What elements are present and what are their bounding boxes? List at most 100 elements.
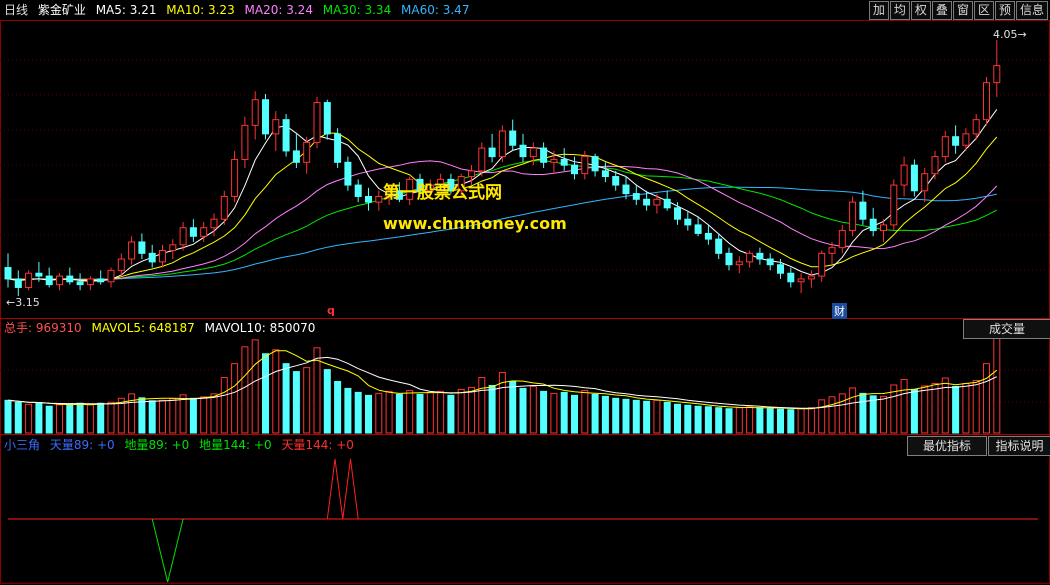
- mavol5-value: MAVOL5: 648187: [91, 321, 195, 335]
- volume-bar: [684, 404, 692, 434]
- candle-body: [941, 136, 949, 158]
- volume-bar: [704, 406, 712, 434]
- volume-bar: [571, 394, 578, 434]
- volume-bar: [323, 369, 331, 434]
- ma30-value: MA30: 3.34: [322, 3, 392, 17]
- candle-body: [550, 158, 558, 163]
- volume-bar: [756, 407, 764, 434]
- toolbar-forecast-button[interactable]: 预: [994, 1, 1015, 20]
- candle-body: [220, 195, 228, 220]
- volume-indicator-button[interactable]: 成交量: [963, 319, 1050, 339]
- volume-bar: [900, 379, 908, 434]
- candle-body: [962, 133, 970, 146]
- candle-body: [890, 184, 898, 226]
- chart-frame: [0, 20, 1050, 584]
- candle-body: [715, 238, 723, 254]
- volume-bar: [148, 400, 156, 434]
- candle-body: [282, 119, 290, 152]
- toolbar-add-button[interactable]: 加: [868, 1, 889, 20]
- toolbar-range-button[interactable]: 区: [973, 1, 994, 20]
- ma60-line: [7, 186, 997, 280]
- volume-bar: [560, 391, 568, 434]
- toolbar-info-button[interactable]: 信息: [1015, 1, 1048, 20]
- volume-bar: [303, 367, 311, 434]
- volume-bar: [818, 399, 826, 434]
- finance-marker[interactable]: 财: [832, 303, 847, 319]
- kline-chart: [0, 20, 1050, 584]
- candle-body: [952, 136, 960, 146]
- volume-bar: [107, 401, 115, 434]
- candle-body: [56, 275, 63, 286]
- volume-bar: [581, 389, 589, 434]
- event-marker-q[interactable]: q: [327, 304, 335, 317]
- volume-bar: [941, 377, 949, 434]
- candle-body: [694, 224, 702, 234]
- volume-bar: [777, 408, 784, 434]
- ma60-value: MA60: 3.47: [401, 3, 470, 17]
- candle-body: [272, 119, 280, 135]
- high-price-label: 4.05→: [993, 28, 1027, 41]
- candle-body: [189, 227, 197, 237]
- volume-bar: [76, 402, 84, 434]
- candle-body: [612, 176, 620, 186]
- volume-bar: [56, 404, 63, 434]
- volume-bar: [849, 387, 857, 434]
- volume-bar: [354, 391, 362, 434]
- volume-bar: [529, 385, 537, 434]
- volume-bar: [931, 382, 939, 434]
- candle-body: [560, 158, 568, 166]
- candle-body: [241, 124, 249, 160]
- candle-body: [488, 147, 496, 158]
- candle-body: [797, 278, 805, 283]
- signal-di89: [151, 518, 184, 583]
- volume-bar: [45, 405, 53, 434]
- volume-bar: [241, 346, 249, 434]
- candle-body: [292, 150, 300, 163]
- volume-bar: [632, 399, 640, 434]
- candle-body: [674, 207, 681, 220]
- toolbar-window-button[interactable]: 窗: [952, 1, 973, 20]
- volume-bar: [169, 398, 177, 434]
- indicator-explain-button[interactable]: 指标说明: [988, 436, 1050, 456]
- total-volume: 总手: 969310: [4, 321, 82, 335]
- tian89-value: 天量89: +0: [49, 438, 115, 452]
- candle-body: [777, 264, 784, 274]
- volume-bar: [25, 403, 33, 434]
- ma5-value: MA5: 3.21: [95, 3, 157, 17]
- candle-body: [684, 218, 692, 226]
- candle-body: [828, 247, 836, 254]
- candle-body: [148, 252, 156, 263]
- candle-body: [880, 224, 887, 232]
- volume-bar: [97, 402, 105, 434]
- volume-bar: [797, 408, 805, 434]
- candle-body: [179, 227, 187, 246]
- period-label[interactable]: 日线: [4, 3, 28, 17]
- volume-bar: [962, 382, 970, 434]
- volume-bar: [385, 390, 393, 434]
- toolbar-adjust-button[interactable]: 权: [910, 1, 931, 20]
- candle-body: [571, 164, 578, 175]
- volume-bar: [746, 406, 754, 434]
- volume-bar: [365, 394, 372, 434]
- di89-value: 地量89: +0: [124, 438, 190, 452]
- volume-bar: [231, 363, 239, 434]
- di144-value: 地量144: +0: [199, 438, 272, 452]
- candle-body: [540, 147, 548, 163]
- candle-body: [128, 241, 136, 260]
- volume-bar: [437, 390, 445, 434]
- candle-body: [14, 278, 22, 288]
- watermark-title: 第一股票公式网: [383, 183, 502, 203]
- volume-bar: [262, 353, 269, 434]
- toolbar-ma-button[interactable]: 均: [889, 1, 910, 20]
- candle-body: [138, 241, 146, 254]
- candle-body: [478, 147, 486, 172]
- volume-header: 总手: 969310 MAVOL5: 648187 MAVOL10: 85007…: [4, 320, 321, 336]
- volume-bar: [674, 403, 681, 434]
- candle-body: [725, 252, 733, 266]
- toolbar-overlay-button[interactable]: 叠: [931, 1, 952, 20]
- candle-body: [344, 161, 352, 186]
- volume-bar: [921, 385, 929, 434]
- candle-body: [251, 99, 259, 126]
- best-indicator-button[interactable]: 最优指标: [907, 436, 987, 456]
- candle-body: [323, 102, 331, 135]
